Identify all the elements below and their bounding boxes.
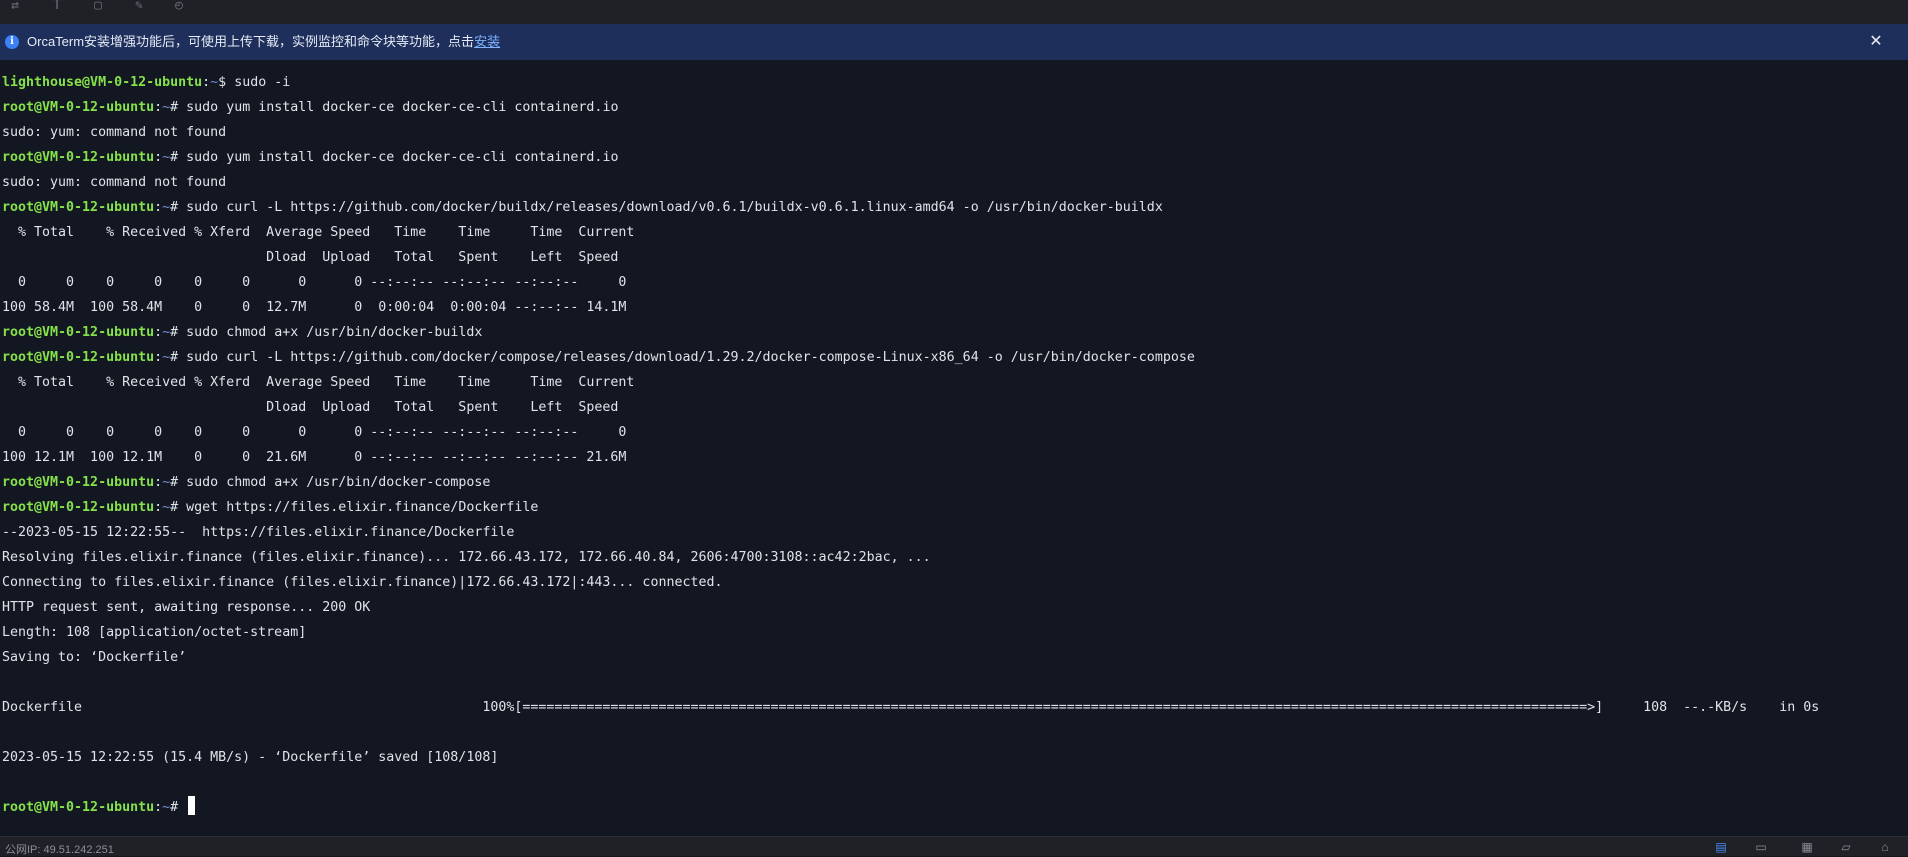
prompt-line: lighthouse@VM-0-12-ubuntu:~$ sudo -i bbox=[2, 70, 290, 95]
top-toolbar: ⇄ T ▢ ✎ ◴ bbox=[0, 0, 1908, 25]
prompt-symbol: # bbox=[170, 350, 179, 365]
command-text bbox=[178, 800, 186, 815]
prompt-symbol: # bbox=[170, 100, 179, 115]
window-icon[interactable]: ▭ bbox=[1752, 840, 1770, 854]
prompt-user: root@VM-0-12-ubuntu bbox=[2, 325, 155, 340]
output-line: Saving to: ‘Dockerfile’ bbox=[2, 650, 187, 665]
prompt-line: root@VM-0-12-ubuntu:~# bbox=[2, 795, 196, 820]
prompt-user: root@VM-0-12-ubuntu bbox=[2, 100, 155, 115]
banner-text: OrcaTerm安装增强功能后，可使用上传下载，实例监控和命令块等功能，点击 bbox=[27, 34, 475, 49]
edit-icon[interactable]: ✎ bbox=[128, 0, 150, 16]
prompt-line: root@VM-0-12-ubuntu:~# wget https://file… bbox=[2, 495, 538, 520]
close-icon[interactable]: ✕ bbox=[1866, 32, 1886, 52]
prompt-path: ~ bbox=[162, 800, 171, 815]
output-line: % Total % Received % Xferd Average Speed… bbox=[2, 225, 635, 240]
prompt-path: ~ bbox=[162, 350, 171, 365]
terminal-output[interactable]: lighthouse@VM-0-12-ubuntu:~$ sudo -i root… bbox=[0, 70, 1908, 832]
home-icon[interactable]: ⌂ bbox=[1876, 840, 1894, 854]
status-bar: 公网IP: 49.51.242.251 ▤ ▭ ▦ ▱ ⌂ bbox=[0, 836, 1908, 856]
output-line: HTTP request sent, awaiting response... … bbox=[2, 600, 371, 615]
output-line: sudo: yum: command not found bbox=[2, 175, 227, 190]
prompt-path: ~ bbox=[162, 475, 171, 490]
prompt-user: root@VM-0-12-ubuntu bbox=[2, 350, 155, 365]
prompt-colon: : bbox=[154, 800, 163, 815]
terminal-cursor bbox=[188, 796, 196, 815]
prompt-symbol: $ bbox=[218, 75, 227, 90]
prompt-line: root@VM-0-12-ubuntu:~# sudo curl -L http… bbox=[2, 195, 1163, 220]
install-link[interactable]: 安装 bbox=[474, 34, 500, 49]
command-text: sudo curl -L https://github.com/docker/b… bbox=[178, 200, 1163, 215]
command-text: sudo curl -L https://github.com/docker/c… bbox=[178, 350, 1195, 365]
sync-icon[interactable]: ⇄ bbox=[4, 0, 26, 16]
prompt-user: root@VM-0-12-ubuntu bbox=[2, 200, 155, 215]
prompt-colon: : bbox=[154, 325, 163, 340]
prompt-line: root@VM-0-12-ubuntu:~# sudo yum install … bbox=[2, 95, 618, 120]
output-line: sudo: yum: command not found bbox=[2, 125, 227, 140]
prompt-user: root@VM-0-12-ubuntu bbox=[2, 500, 155, 515]
prompt-line: root@VM-0-12-ubuntu:~# sudo curl -L http… bbox=[2, 345, 1195, 370]
output-line: Length: 108 [application/octet-stream] bbox=[2, 625, 307, 640]
file-icon[interactable]: ▢ bbox=[87, 0, 109, 16]
output-line: --2023-05-15 12:22:55-- https://files.el… bbox=[2, 525, 515, 540]
prompt-path: ~ bbox=[210, 75, 219, 90]
output-line: Resolving files.elixir.finance (files.el… bbox=[2, 550, 931, 565]
command-text: sudo yum install docker-ce docker-ce-cli… bbox=[178, 100, 619, 115]
command-text: wget https://files.elixir.finance/Docker… bbox=[178, 500, 539, 515]
prompt-symbol: # bbox=[170, 800, 179, 815]
prompt-colon: : bbox=[154, 100, 163, 115]
prompt-symbol: # bbox=[170, 150, 179, 165]
prompt-symbol: # bbox=[170, 325, 179, 340]
output-line: 2023-05-15 12:22:55 (15.4 MB/s) - ‘Docke… bbox=[2, 750, 499, 765]
prompt-path: ~ bbox=[162, 325, 171, 340]
output-line: 0 0 0 0 0 0 0 0 --:--:-- --:--:-- --:--:… bbox=[2, 275, 627, 290]
info-icon: i bbox=[5, 35, 19, 49]
prompt-line: root@VM-0-12-ubuntu:~# sudo yum install … bbox=[2, 145, 618, 170]
prompt-colon: : bbox=[154, 150, 163, 165]
prompt-colon: : bbox=[154, 200, 163, 215]
prompt-path: ~ bbox=[162, 100, 171, 115]
banner-message: OrcaTerm安装增强功能后，可使用上传下载，实例监控和命令块等功能，点击安装 bbox=[27, 24, 500, 60]
prompt-colon: : bbox=[154, 475, 163, 490]
prompt-user: lighthouse@VM-0-12-ubuntu bbox=[2, 75, 203, 90]
text-icon[interactable]: T bbox=[46, 0, 68, 16]
prompt-user: root@VM-0-12-ubuntu bbox=[2, 150, 155, 165]
command-text: sudo yum install docker-ce docker-ce-cli… bbox=[178, 150, 619, 165]
output-line: Dload Upload Total Spent Left Speed bbox=[2, 400, 619, 415]
prompt-line: root@VM-0-12-ubuntu:~# sudo chmod a+x /u… bbox=[2, 320, 482, 345]
folder-icon[interactable]: ▱ bbox=[1837, 840, 1855, 854]
output-line: Connecting to files.elixir.finance (file… bbox=[2, 575, 723, 590]
prompt-colon: : bbox=[154, 500, 163, 515]
output-line: 100 58.4M 100 58.4M 0 0 12.7M 0 0:00:04 … bbox=[2, 300, 627, 315]
command-text: sudo chmod a+x /usr/bin/docker-buildx bbox=[178, 325, 483, 340]
prompt-symbol: # bbox=[170, 500, 179, 515]
info-banner: i OrcaTerm安装增强功能后，可使用上传下载，实例监控和命令块等功能，点击… bbox=[0, 24, 1908, 60]
command-text: sudo -i bbox=[226, 75, 291, 90]
prompt-user: root@VM-0-12-ubuntu bbox=[2, 800, 155, 815]
prompt-user: root@VM-0-12-ubuntu bbox=[2, 475, 155, 490]
prompt-symbol: # bbox=[170, 475, 179, 490]
prompt-colon: : bbox=[154, 350, 163, 365]
prompt-line: root@VM-0-12-ubuntu:~# sudo chmod a+x /u… bbox=[2, 470, 490, 495]
prompt-path: ~ bbox=[162, 200, 171, 215]
prompt-path: ~ bbox=[162, 500, 171, 515]
terminal-icon[interactable]: ▤ bbox=[1712, 840, 1730, 854]
output-line: % Total % Received % Xferd Average Speed… bbox=[2, 375, 635, 390]
prompt-symbol: # bbox=[170, 200, 179, 215]
prompt-colon: : bbox=[202, 75, 211, 90]
output-line: Dockerfile 100%[========================… bbox=[2, 700, 1820, 715]
calendar-icon[interactable]: ▦ bbox=[1798, 840, 1816, 854]
output-line: 0 0 0 0 0 0 0 0 --:--:-- --:--:-- --:--:… bbox=[2, 425, 627, 440]
prompt-path: ~ bbox=[162, 150, 171, 165]
output-line: 100 12.1M 100 12.1M 0 0 21.6M 0 --:--:--… bbox=[2, 450, 627, 465]
command-text: sudo chmod a+x /usr/bin/docker-compose bbox=[178, 475, 491, 490]
history-icon[interactable]: ◴ bbox=[168, 0, 190, 16]
output-line: Dload Upload Total Spent Left Speed bbox=[2, 250, 619, 265]
